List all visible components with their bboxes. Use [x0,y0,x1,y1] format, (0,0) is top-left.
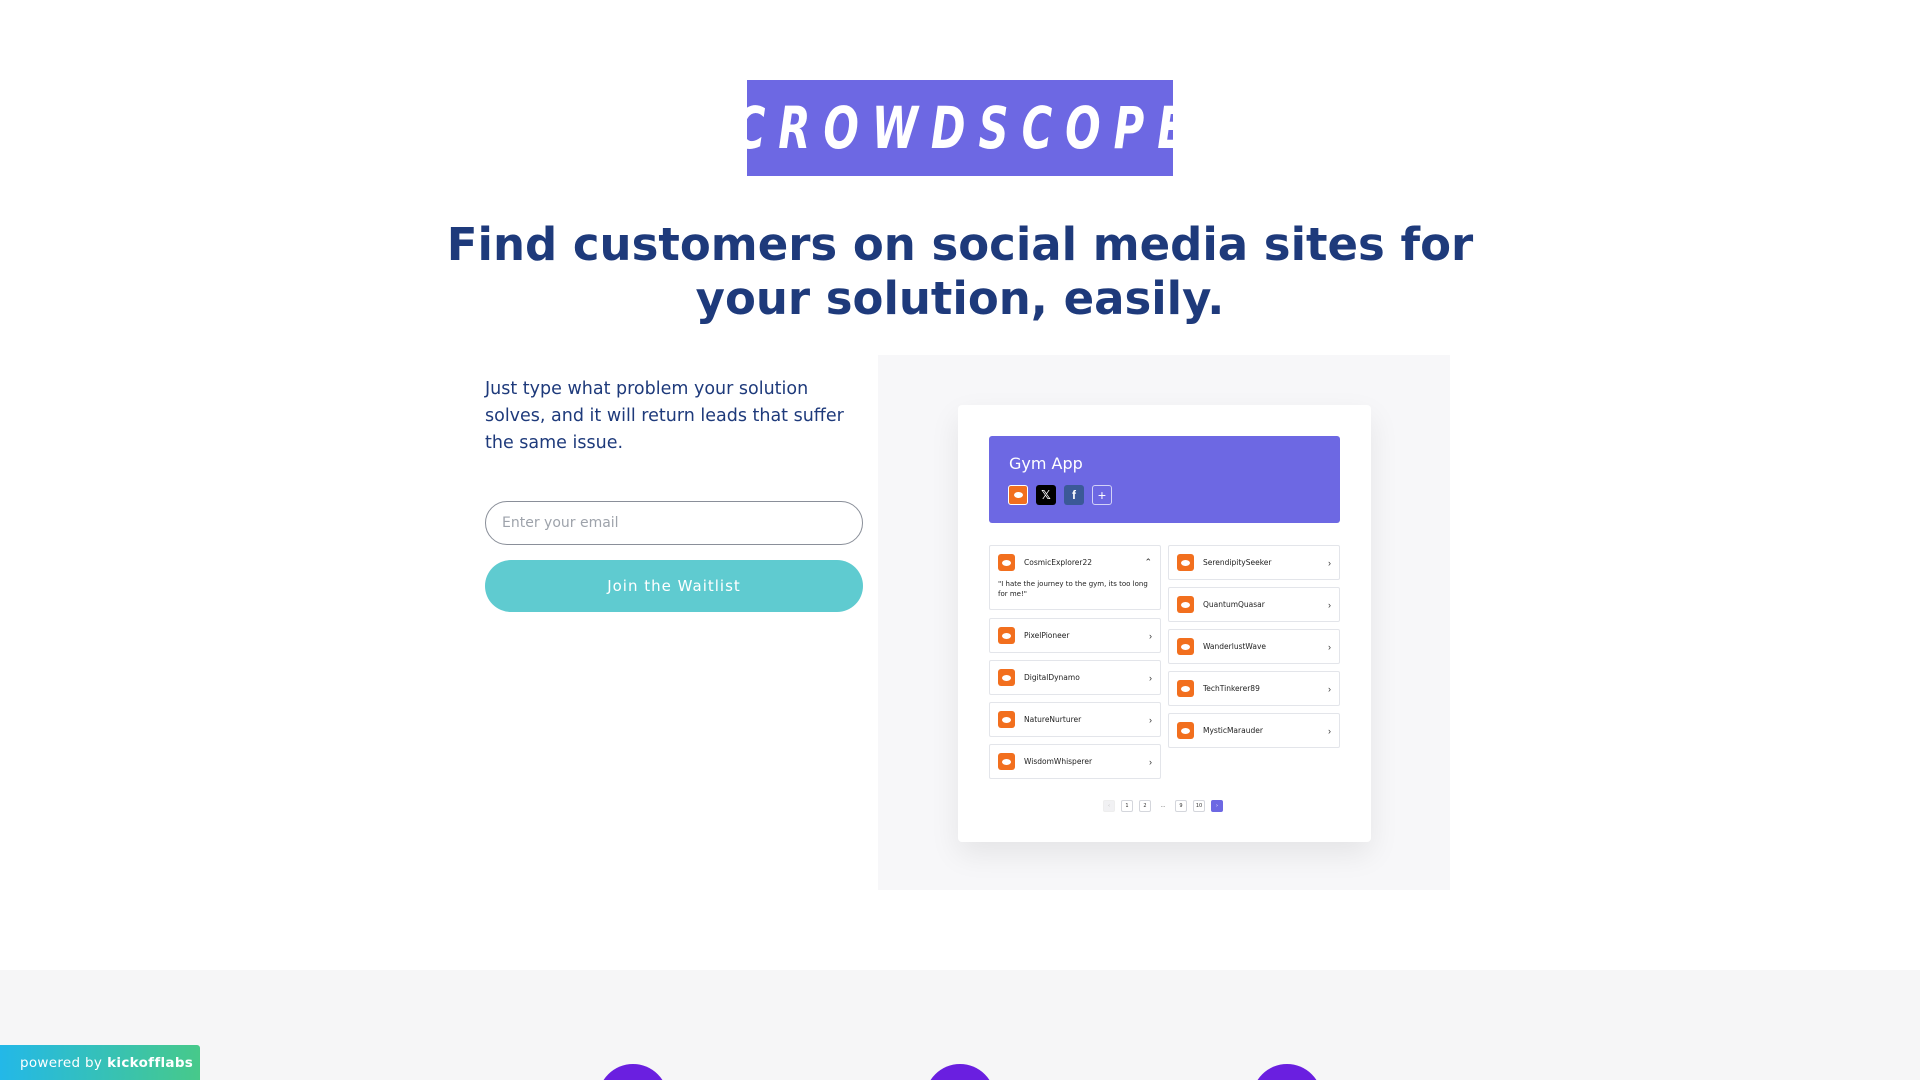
preview-card-header: Gym App 𝕏 f + [989,436,1340,523]
lead-item: NatureNurturer › [989,702,1161,737]
pager-next: › [1211,800,1223,812]
lead-item: DigitalDynamo › [989,660,1161,695]
pager-ellipsis: … [1160,803,1166,809]
chevron-right-icon: › [1328,683,1331,694]
lead-name: QuantumQuasar [1203,600,1265,609]
lead-name: TechTinkerer89 [1203,684,1260,693]
pager-page: 10 [1193,800,1205,812]
lead-name: MysticMarauder [1203,726,1263,735]
lead-name: WisdomWhisperer [1024,757,1093,766]
lead-item: WanderlustWave › [1168,629,1340,664]
lead-item: PixelPioneer › [989,618,1161,653]
chevron-right-icon: › [1149,756,1152,767]
reddit-icon [998,711,1015,728]
reddit-icon [1008,485,1028,505]
app-preview-image: Gym App 𝕏 f + CosmicExplorer22 ⌃ "I hate… [878,355,1450,890]
facebook-icon: f [1064,485,1084,505]
lead-item: MysticMarauder › [1168,713,1340,748]
lead-quote: "I hate the journey to the gym, its too … [998,580,1148,598]
x-icon: 𝕏 [1036,485,1056,505]
lead-name: WanderlustWave [1203,642,1267,651]
reddit-icon [998,627,1015,644]
pager-page: 1 [1121,800,1133,812]
lead-name: PixelPioneer [1024,631,1070,640]
chevron-right-icon: › [1328,641,1331,652]
pagination: ‹ 1 2 … 9 10 › [1103,800,1223,812]
reddit-icon [998,669,1015,686]
lead-item: TechTinkerer89 › [1168,671,1340,706]
chevron-right-icon: › [1328,557,1331,568]
reddit-icon [1177,596,1194,613]
reddit-icon [998,753,1015,770]
reddit-icon [1177,554,1194,571]
lead-item: WisdomWhisperer › [989,744,1161,779]
preview-project-title: Gym App [1009,454,1083,473]
chevron-right-icon: › [1328,725,1331,736]
pager-page: 2 [1139,800,1151,812]
pager-page: 9 [1175,800,1187,812]
chevron-right-icon: › [1149,714,1152,725]
lead-name: NatureNurturer [1024,715,1082,724]
logo-text: CROWDSCOPE [734,94,1199,162]
hero-headline: Find customers on social media sites for… [446,218,1474,325]
platform-chips: 𝕏 f + [1008,485,1112,505]
lead-item: SerendipitySeeker › [1168,545,1340,580]
plus-icon: + [1092,485,1112,505]
chevron-up-icon: ⌃ [1144,557,1152,567]
chevron-right-icon: › [1149,672,1152,683]
crowdscope-logo: CROWDSCOPE [734,80,1186,176]
lead-item-expanded: CosmicExplorer22 ⌃ "I hate the journey t… [989,545,1161,610]
lead-name: CosmicExplorer22 [1024,558,1093,567]
reddit-icon [998,554,1015,571]
lead-name: SerendipitySeeker [1203,558,1272,567]
reddit-icon [1177,722,1194,739]
powered-by-kickofflabs-link[interactable]: powered by kickofflabs [0,1045,200,1080]
reddit-icon [1177,680,1194,697]
hero-description: Just type what problem your solution sol… [485,379,844,453]
preview-card: Gym App 𝕏 f + CosmicExplorer22 ⌃ "I hate… [958,405,1371,842]
pager-prev: ‹ [1103,800,1115,812]
lead-item: QuantumQuasar › [1168,587,1340,622]
email-input[interactable] [485,501,863,545]
chevron-right-icon: › [1328,599,1331,610]
powered-brand: kickofflabs [107,1054,194,1071]
lead-name: DigitalDynamo [1024,673,1080,682]
powered-prefix: powered by [20,1054,103,1071]
reddit-icon [1177,638,1194,655]
chevron-right-icon: › [1149,630,1152,641]
join-waitlist-button[interactable]: Join the Waitlist [485,560,863,612]
